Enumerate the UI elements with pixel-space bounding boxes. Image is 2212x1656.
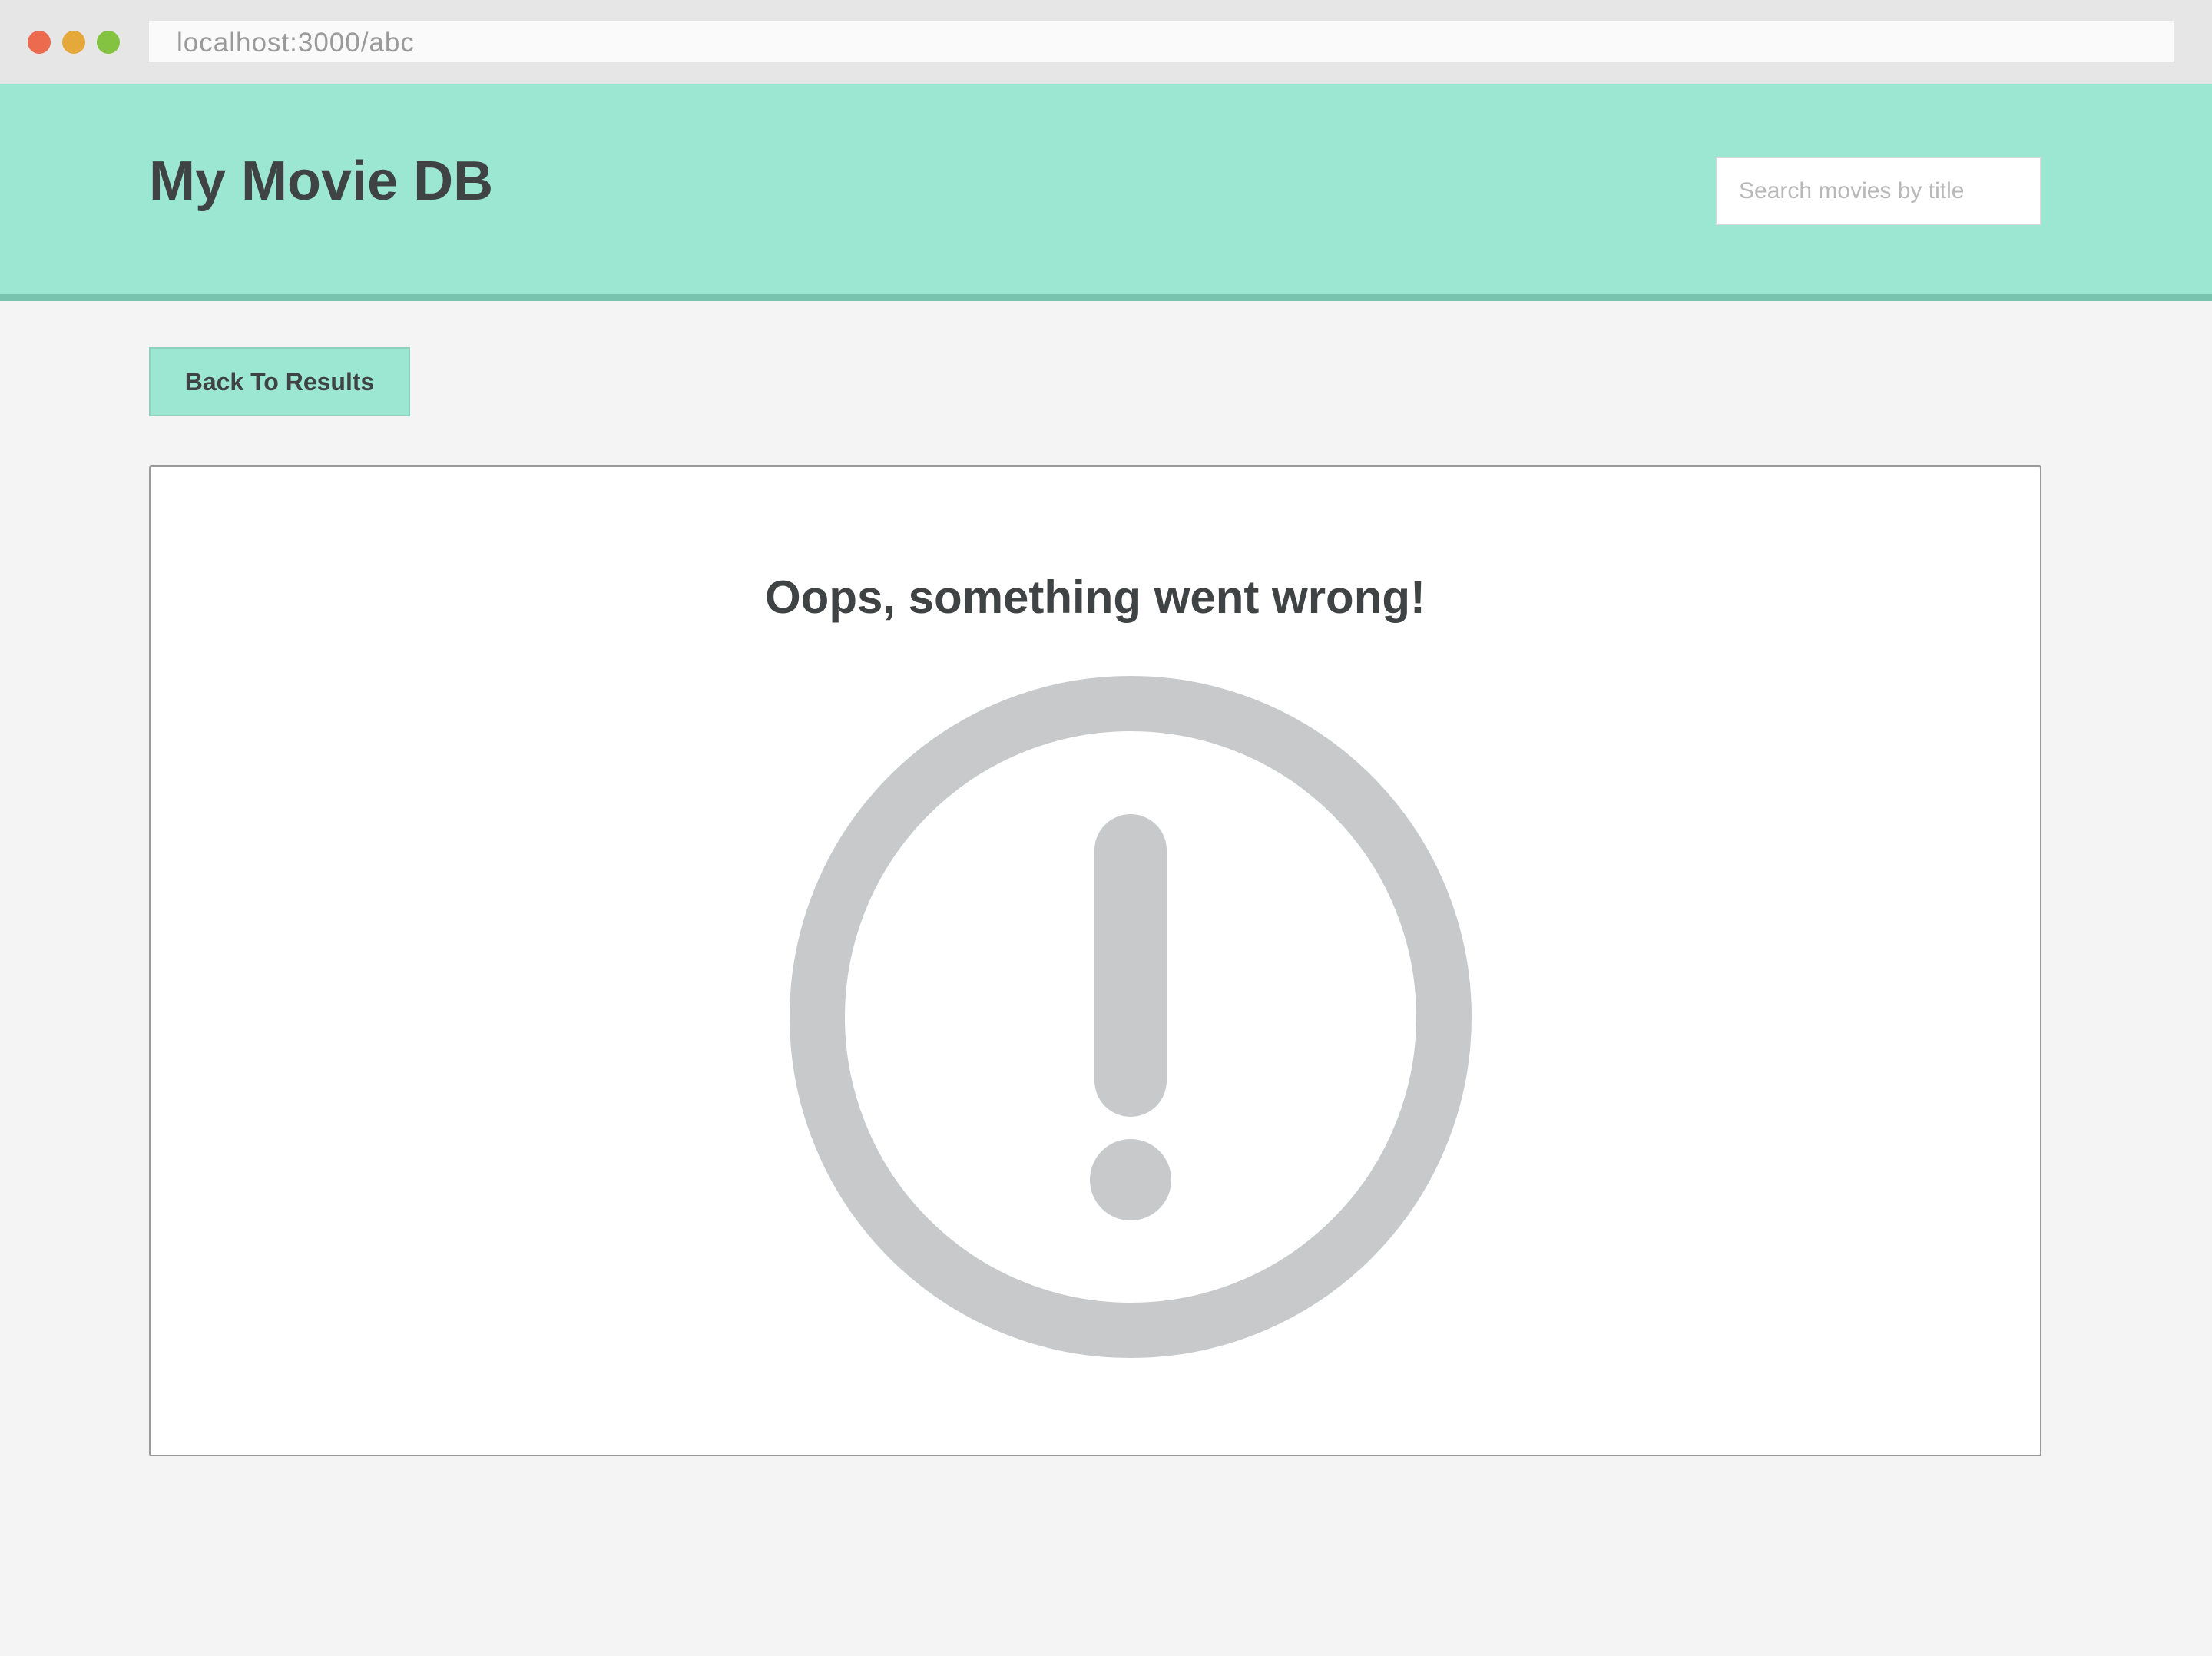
- error-message: Oops, something went wrong!: [765, 571, 1426, 623]
- browser-chrome: localhost:3000/abc: [0, 0, 2212, 84]
- icon-exclamation-dot: [1090, 1139, 1171, 1220]
- exclamation-circle-icon: [790, 676, 1472, 1358]
- minimize-window-button[interactable]: [62, 31, 85, 54]
- app-header: My Movie DB: [0, 84, 2212, 301]
- close-window-button[interactable]: [28, 31, 51, 54]
- search-input[interactable]: [1716, 157, 2041, 225]
- error-card: Oops, something went wrong!: [149, 465, 2041, 1456]
- maximize-window-button[interactable]: [97, 31, 120, 54]
- icon-exclamation-bar: [1094, 814, 1167, 1117]
- back-to-results-button[interactable]: Back To Results: [149, 347, 410, 416]
- app-title: My Movie DB: [149, 151, 494, 212]
- address-bar[interactable]: localhost:3000/abc: [149, 21, 2174, 62]
